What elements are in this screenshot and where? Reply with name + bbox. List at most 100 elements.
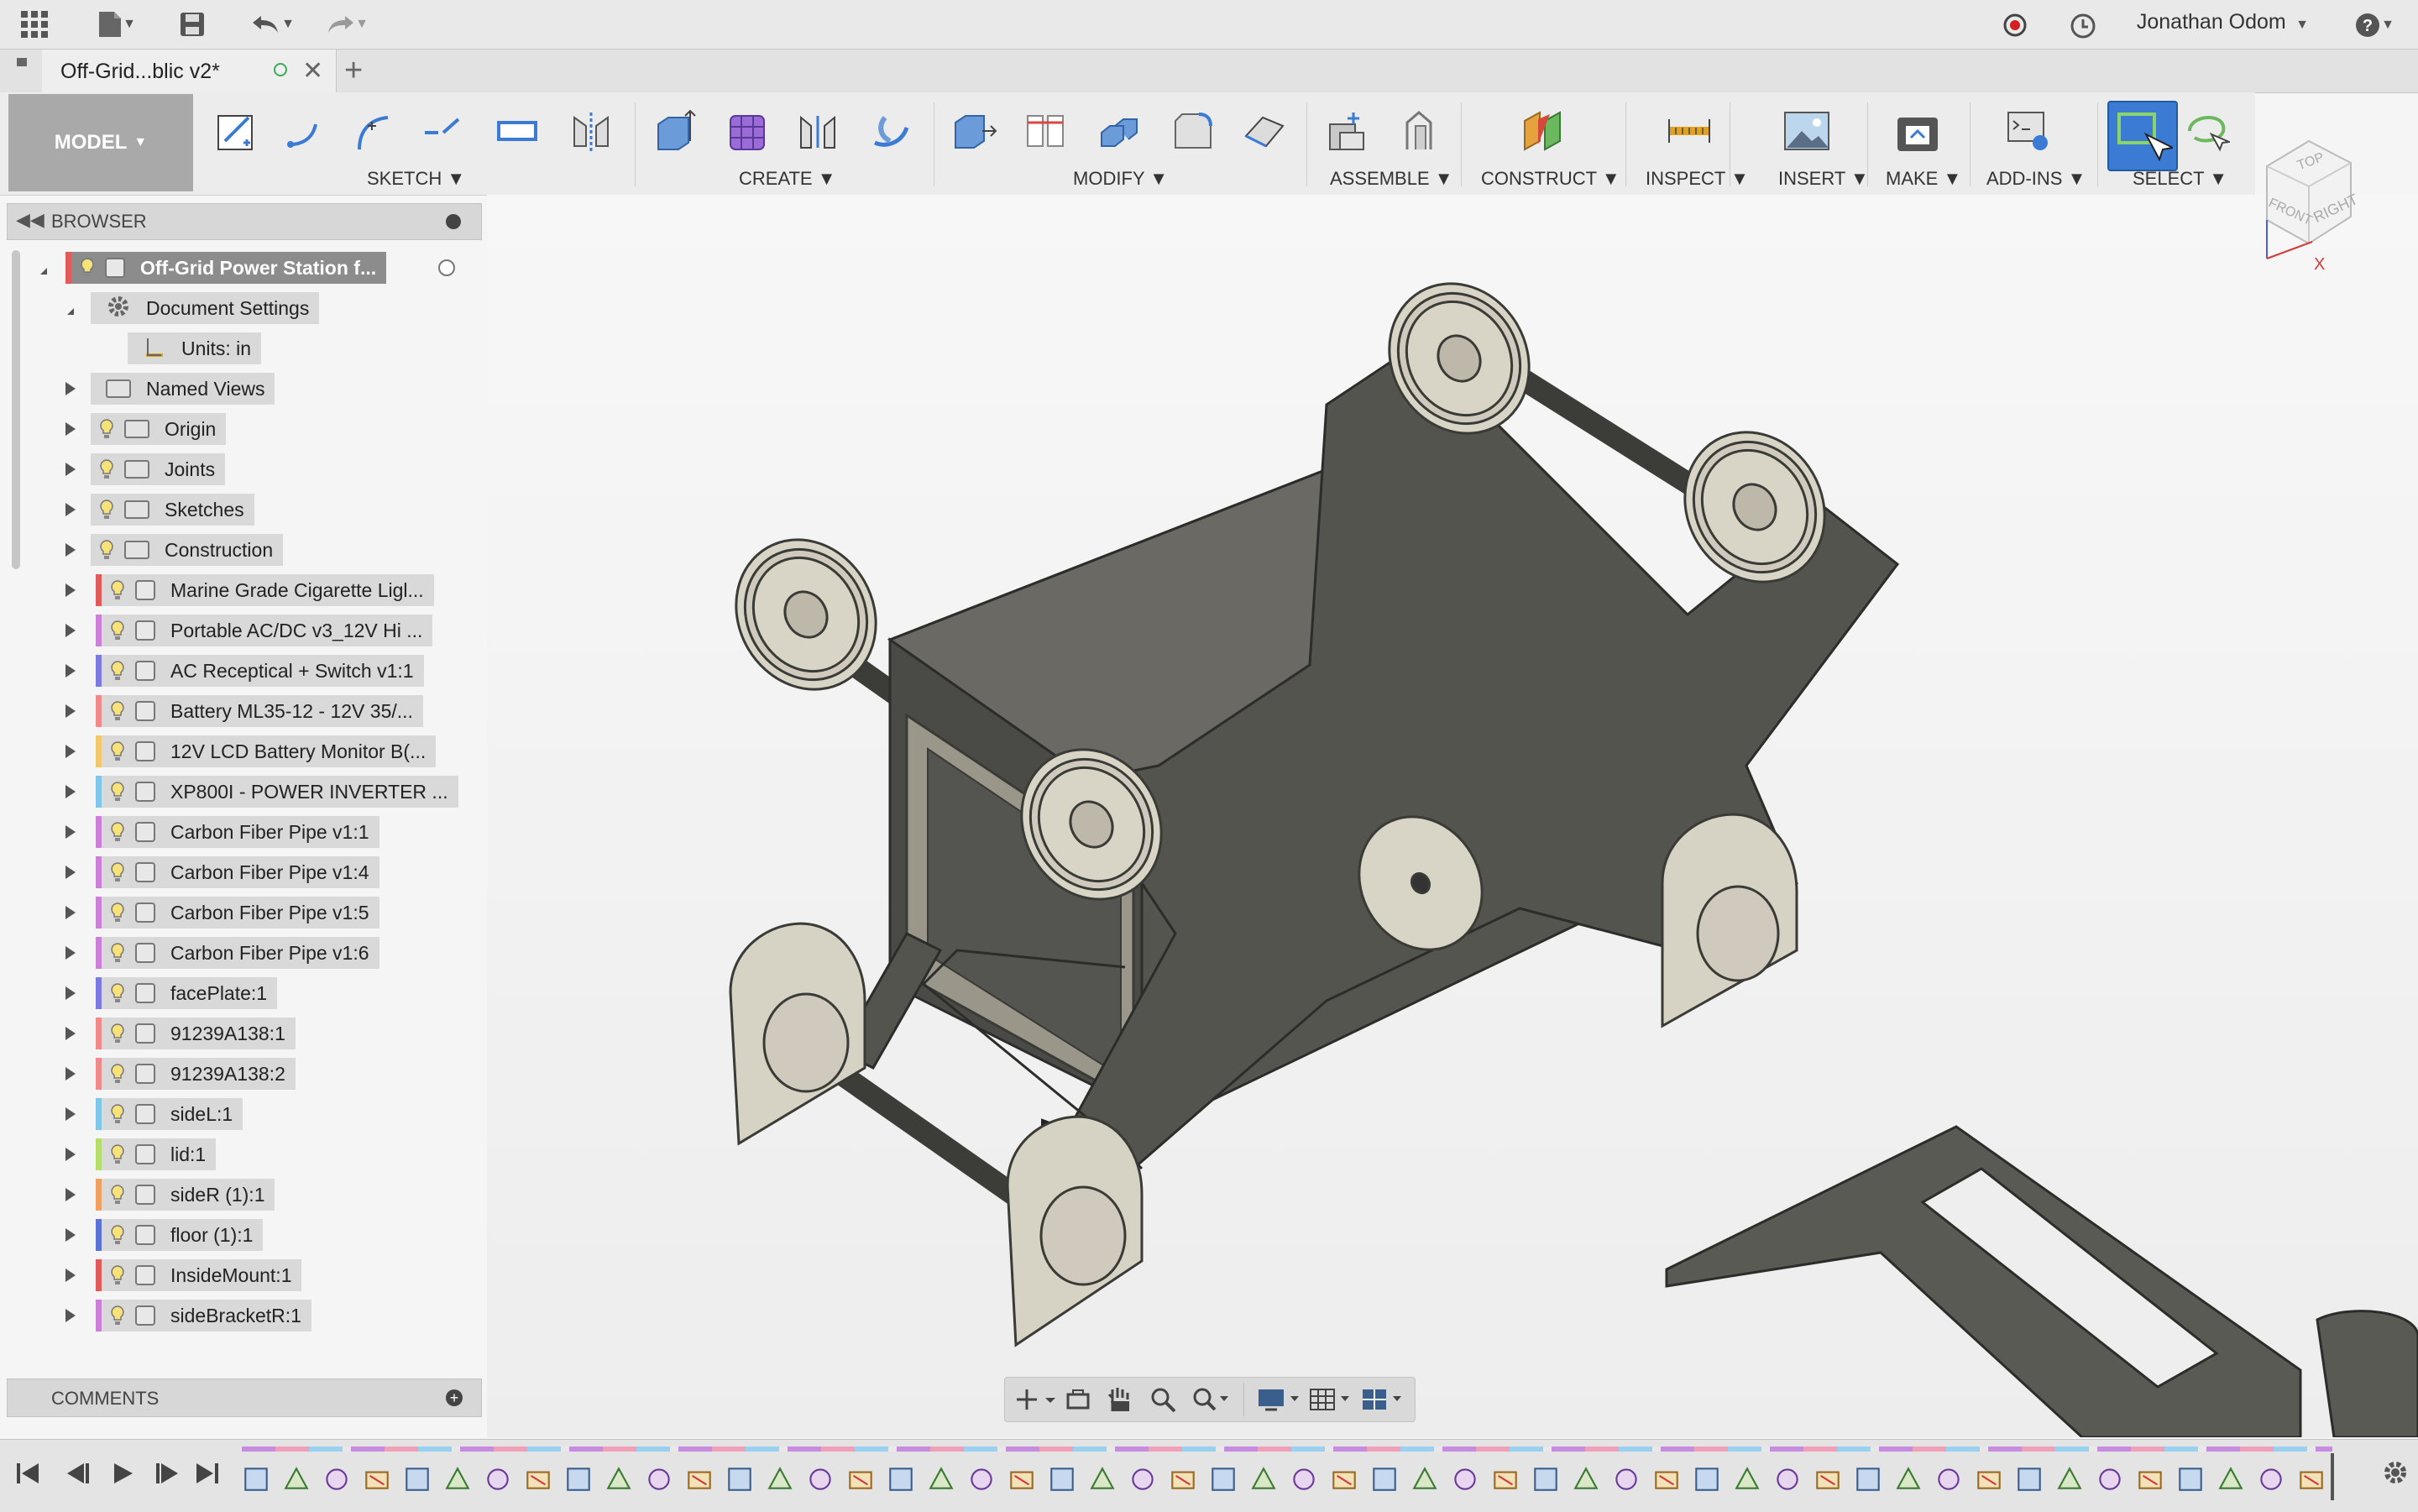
visibility-bulb-icon[interactable] [97, 458, 116, 480]
timeline-feature[interactable] [1612, 1463, 1646, 1497]
visibility-bulb-icon[interactable] [108, 902, 127, 923]
press-pull-icon[interactable] [950, 107, 997, 154]
trim-tool-icon[interactable] [420, 107, 467, 154]
expand-arrow-icon[interactable] [65, 1067, 76, 1080]
visibility-bulb-icon[interactable] [108, 660, 127, 682]
timeline-feature[interactable] [1330, 1463, 1363, 1497]
shell-icon[interactable] [1096, 107, 1144, 154]
form-icon[interactable] [724, 107, 771, 154]
split-body-icon[interactable] [1241, 107, 1288, 154]
timeline-feature[interactable] [604, 1463, 638, 1497]
timeline-feature[interactable] [1733, 1463, 1766, 1497]
visibility-bulb-icon[interactable] [97, 418, 116, 440]
tree-component[interactable]: Carbon Fiber Pipe v1:1 [96, 816, 379, 848]
timeline-feature[interactable] [1209, 1463, 1243, 1497]
ribbon-group-make[interactable]: MAKE ▼ [1886, 168, 1961, 190]
timeline-feature[interactable] [1975, 1463, 2008, 1497]
expand-arrow-icon[interactable] [65, 785, 76, 798]
document-tab[interactable]: Off-Grid...blic v2* ✕ [42, 50, 337, 92]
viewports-icon[interactable] [1361, 1386, 1408, 1413]
expand-arrow-icon[interactable] [65, 1107, 76, 1121]
timeline-feature[interactable] [1128, 1463, 1162, 1497]
user-menu[interactable]: Jonathan Odom ▼ [2137, 10, 2309, 34]
timeline-feature[interactable] [524, 1463, 557, 1497]
timeline-feature[interactable] [2216, 1463, 2250, 1497]
activate-radio-icon[interactable] [438, 259, 455, 276]
ribbon-group-insert[interactable]: INSERT ▼ [1778, 168, 1869, 190]
timeline-feature[interactable] [1290, 1463, 1323, 1497]
expand-arrow-icon[interactable] [65, 664, 76, 678]
expand-arrow-icon[interactable] [65, 503, 76, 516]
timeline-feature[interactable] [1169, 1463, 1202, 1497]
look-at-icon[interactable] [1065, 1388, 1091, 1411]
tree-component[interactable]: InsideMount:1 [96, 1259, 302, 1291]
line-tool-icon[interactable] [282, 107, 329, 154]
ribbon-group-addins[interactable]: ADD-INS ▼ [1986, 168, 2086, 190]
visibility-bulb-icon[interactable] [97, 499, 116, 521]
expand-arrow-icon[interactable] [65, 583, 76, 597]
expand-arrow-icon[interactable] [65, 825, 76, 839]
visibility-bulb-icon[interactable] [108, 861, 127, 883]
ribbon-group-sketch[interactable]: SKETCH ▼ [367, 168, 465, 190]
timeline-feature[interactable] [645, 1463, 678, 1497]
mirror-tool-icon[interactable] [568, 107, 615, 154]
tree-component[interactable]: 91239A138:1 [96, 1018, 296, 1049]
tree-component[interactable]: floor (1):1 [96, 1219, 264, 1251]
timeline-feature[interactable] [2257, 1463, 2290, 1497]
tree-sketches[interactable]: Sketches [91, 494, 254, 526]
tree-component[interactable]: 91239A138:2 [96, 1058, 296, 1090]
undo-icon[interactable]: ▼ [243, 8, 302, 40]
tree-component[interactable]: sideL:1 [96, 1098, 243, 1130]
derive-icon[interactable] [794, 107, 841, 154]
zoom-window-icon[interactable] [1191, 1386, 1230, 1413]
rectangle-tool-icon[interactable] [494, 107, 541, 154]
tree-document-settings[interactable]: Document Settings [91, 292, 320, 324]
timeline-feature[interactable] [1773, 1463, 1807, 1497]
pan-hand-icon[interactable] [1106, 1386, 1133, 1413]
tree-joints[interactable]: Joints [91, 453, 226, 485]
timeline-feature[interactable] [887, 1463, 920, 1497]
tree-component[interactable]: sideBracketR:1 [96, 1300, 311, 1332]
visibility-bulb-icon[interactable] [108, 1305, 127, 1326]
visibility-bulb-icon[interactable] [108, 942, 127, 964]
timeline-feature[interactable] [1693, 1463, 1726, 1497]
timeline-feature[interactable] [725, 1463, 759, 1497]
expand-arrow-icon[interactable] [65, 1188, 76, 1201]
display-settings-icon[interactable] [1257, 1386, 1304, 1413]
expand-arrow-icon[interactable] [65, 866, 76, 879]
tree-component[interactable]: AC Receptical + Switch v1:1 [96, 655, 424, 687]
expand-arrow-icon[interactable] [65, 422, 76, 436]
expand-arrow-icon[interactable] [65, 946, 76, 960]
expand-arrow-icon[interactable] [65, 1228, 76, 1242]
visibility-bulb-icon[interactable] [108, 781, 127, 803]
tree-component[interactable]: lid:1 [96, 1138, 217, 1170]
pin-panel-icon[interactable] [446, 214, 461, 229]
ribbon-group-inspect[interactable]: INSPECT ▼ [1646, 168, 1749, 190]
tree-construction[interactable]: Construction [91, 534, 284, 566]
timeline-feature[interactable] [484, 1463, 517, 1497]
expand-arrow-icon[interactable] [65, 1027, 76, 1040]
timeline-feature[interactable] [1008, 1463, 1041, 1497]
new-component-icon[interactable] [1323, 107, 1370, 154]
timeline-feature[interactable] [403, 1463, 437, 1497]
visibility-bulb-icon[interactable] [108, 982, 127, 1004]
tree-component[interactable]: sideR (1):1 [96, 1179, 275, 1211]
timeline-feature[interactable] [2015, 1463, 2049, 1497]
grid-settings-icon[interactable] [1309, 1386, 1356, 1413]
save-icon[interactable] [176, 8, 208, 40]
timeline-feature[interactable] [766, 1463, 799, 1497]
browser-root-document[interactable]: Off-Grid Power Station f... [65, 252, 455, 284]
visibility-bulb-icon[interactable] [97, 539, 116, 561]
timeline-feature[interactable] [282, 1463, 316, 1497]
visibility-bulb-icon[interactable] [78, 257, 97, 279]
timeline-feature[interactable] [927, 1463, 960, 1497]
timeline-feature[interactable] [1249, 1463, 1283, 1497]
timeline-feature[interactable] [2297, 1463, 2331, 1497]
timeline-feature[interactable] [846, 1463, 880, 1497]
file-icon[interactable]: ▼ [89, 8, 144, 40]
chamfer-icon[interactable] [1169, 107, 1216, 154]
timeline-feature[interactable] [2096, 1463, 2129, 1497]
timeline-feature[interactable] [1854, 1463, 1887, 1497]
joint-icon[interactable] [1397, 107, 1444, 154]
tree-component[interactable]: Marine Grade Cigarette Ligl... [96, 574, 434, 606]
